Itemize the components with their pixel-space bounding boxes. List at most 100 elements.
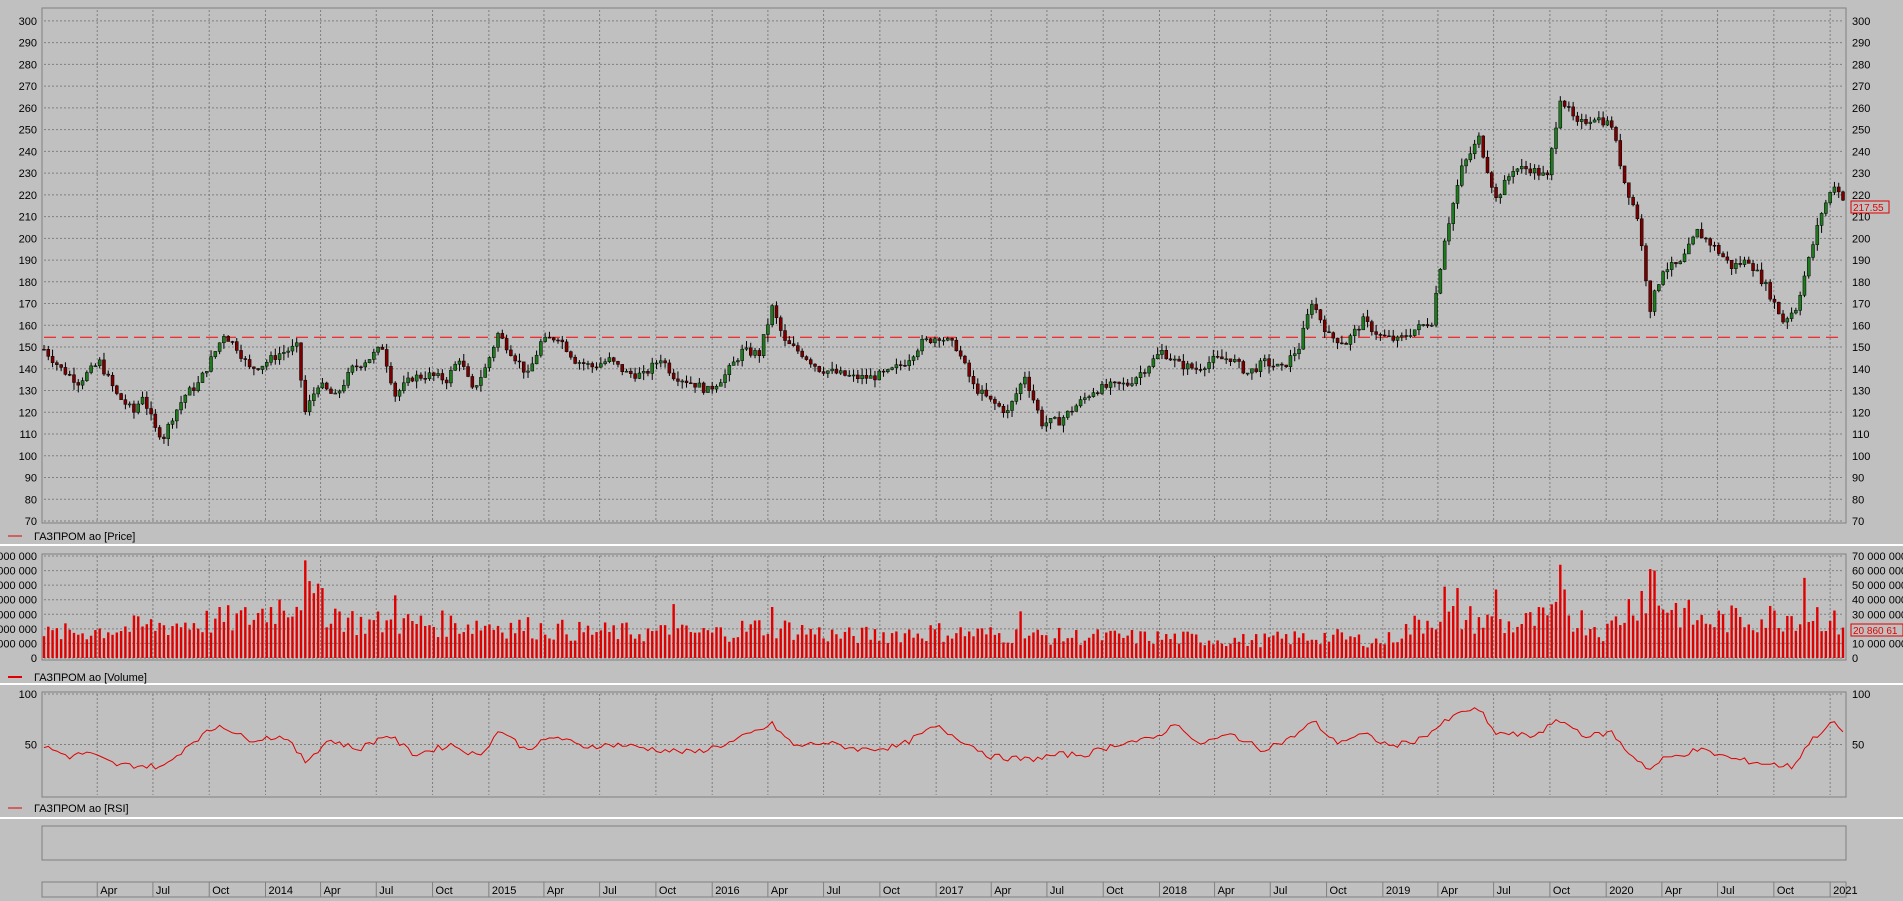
- volume-bar: [736, 637, 740, 658]
- candle-body: [783, 330, 787, 341]
- volume-bar: [1734, 608, 1738, 658]
- volume-legend: ГАЗПРОМ ао [Volume]: [34, 672, 147, 684]
- volume-bar: [1100, 640, 1104, 658]
- rsi-y-tick-left: 50: [25, 740, 37, 752]
- price-y-tick-left: 160: [19, 320, 37, 332]
- candle-body: [1708, 238, 1712, 246]
- volume-bar: [749, 624, 752, 658]
- volume-bar: [753, 620, 757, 658]
- candle-body: [1442, 240, 1447, 270]
- candle-body: [766, 324, 770, 335]
- volume-bar: [128, 631, 131, 658]
- volume-bar: [432, 626, 435, 658]
- volume-bar: [539, 623, 543, 658]
- volume-bar: [1186, 631, 1189, 658]
- volume-bar: [565, 634, 568, 658]
- candle-body: [89, 365, 93, 373]
- candle-body: [556, 339, 560, 342]
- volume-bar: [1482, 627, 1485, 658]
- volume-bar: [68, 629, 71, 658]
- candle-body: [1305, 314, 1310, 329]
- volume-bar: [1541, 607, 1545, 658]
- volume-bar: [364, 633, 367, 658]
- candle-body: [1622, 165, 1627, 184]
- candle-body: [264, 361, 269, 367]
- candle-body: [1674, 262, 1678, 265]
- volume-bar: [792, 639, 795, 658]
- volume-bar: [1319, 644, 1322, 658]
- volume-bar: [248, 624, 251, 658]
- candle-body: [1725, 256, 1730, 261]
- candle-body: [1528, 168, 1533, 174]
- time-label: Oct: [1106, 885, 1123, 897]
- candle-body: [731, 361, 736, 366]
- candle-body: [1078, 399, 1083, 407]
- volume-bar: [1627, 599, 1631, 658]
- volume-bar: [869, 639, 872, 658]
- volume-bar: [1713, 627, 1716, 658]
- volume-bar: [505, 638, 508, 658]
- volume-bar: [1302, 633, 1305, 658]
- volume-bar: [1636, 620, 1639, 658]
- price-y-tick-left: 70: [25, 516, 37, 528]
- price-y-tick-right: 230: [1852, 168, 1870, 180]
- volume-bar: [1156, 631, 1159, 658]
- candle-body: [1490, 172, 1494, 188]
- candle-body: [67, 374, 72, 376]
- candle-body: [192, 387, 196, 391]
- volume-bar: [1430, 627, 1433, 658]
- volume-bar: [449, 615, 453, 658]
- candle-body: [462, 360, 466, 367]
- volume-bar: [518, 619, 521, 658]
- candle-body: [1108, 381, 1113, 388]
- candle-body: [1597, 117, 1601, 121]
- price-y-tick-left: 120: [19, 407, 37, 419]
- volume-bar: [1631, 615, 1635, 658]
- volume-bar: [1747, 624, 1750, 658]
- volume-bar: [158, 622, 161, 658]
- volume-bar: [942, 641, 945, 658]
- volume-bar: [394, 595, 397, 658]
- price-y-tick-left: 200: [19, 233, 37, 245]
- candle-body: [1318, 309, 1323, 321]
- candle-body: [1759, 269, 1764, 285]
- candle-body: [723, 374, 727, 383]
- candle-body: [1228, 358, 1233, 362]
- volume-bar: [351, 611, 354, 658]
- candle-body: [247, 359, 252, 368]
- volume-bar: [342, 631, 346, 658]
- candle-body: [496, 333, 500, 348]
- volume-bar: [805, 634, 808, 658]
- candle-body: [1100, 384, 1104, 394]
- volume-bar: [1006, 642, 1009, 658]
- volume-bar: [535, 639, 538, 658]
- volume-bar: [997, 633, 1001, 658]
- candle-body: [363, 362, 367, 368]
- price-y-tick-left: 290: [19, 38, 37, 50]
- volume-bar: [402, 618, 405, 658]
- empty-panel[interactable]: [41, 825, 1847, 861]
- volume-bar: [852, 636, 855, 658]
- candle-body: [1065, 410, 1070, 418]
- candle-body: [804, 356, 809, 360]
- volume-bar: [663, 625, 667, 658]
- volume-bar: [154, 630, 157, 658]
- candle-body: [1789, 312, 1794, 319]
- candle-body: [1258, 360, 1263, 372]
- candle-body: [136, 403, 140, 413]
- price-panel[interactable]: [41, 7, 1847, 524]
- volume-bar: [980, 628, 984, 658]
- volume-bar: [843, 631, 847, 658]
- price-y-tick-right: 190: [1852, 255, 1870, 267]
- volume-bar: [929, 625, 932, 658]
- candle-body: [988, 395, 993, 400]
- candle-body: [1040, 409, 1044, 427]
- price-y-tick-left: 300: [19, 16, 37, 28]
- candle-body: [594, 366, 599, 369]
- candle-body: [1010, 401, 1014, 411]
- rsi-y-tick-right: 100: [1852, 689, 1870, 701]
- candle-body: [1768, 282, 1772, 300]
- volume-bar: [612, 625, 615, 658]
- volume-bar: [1340, 632, 1344, 658]
- volume-bar: [608, 631, 611, 658]
